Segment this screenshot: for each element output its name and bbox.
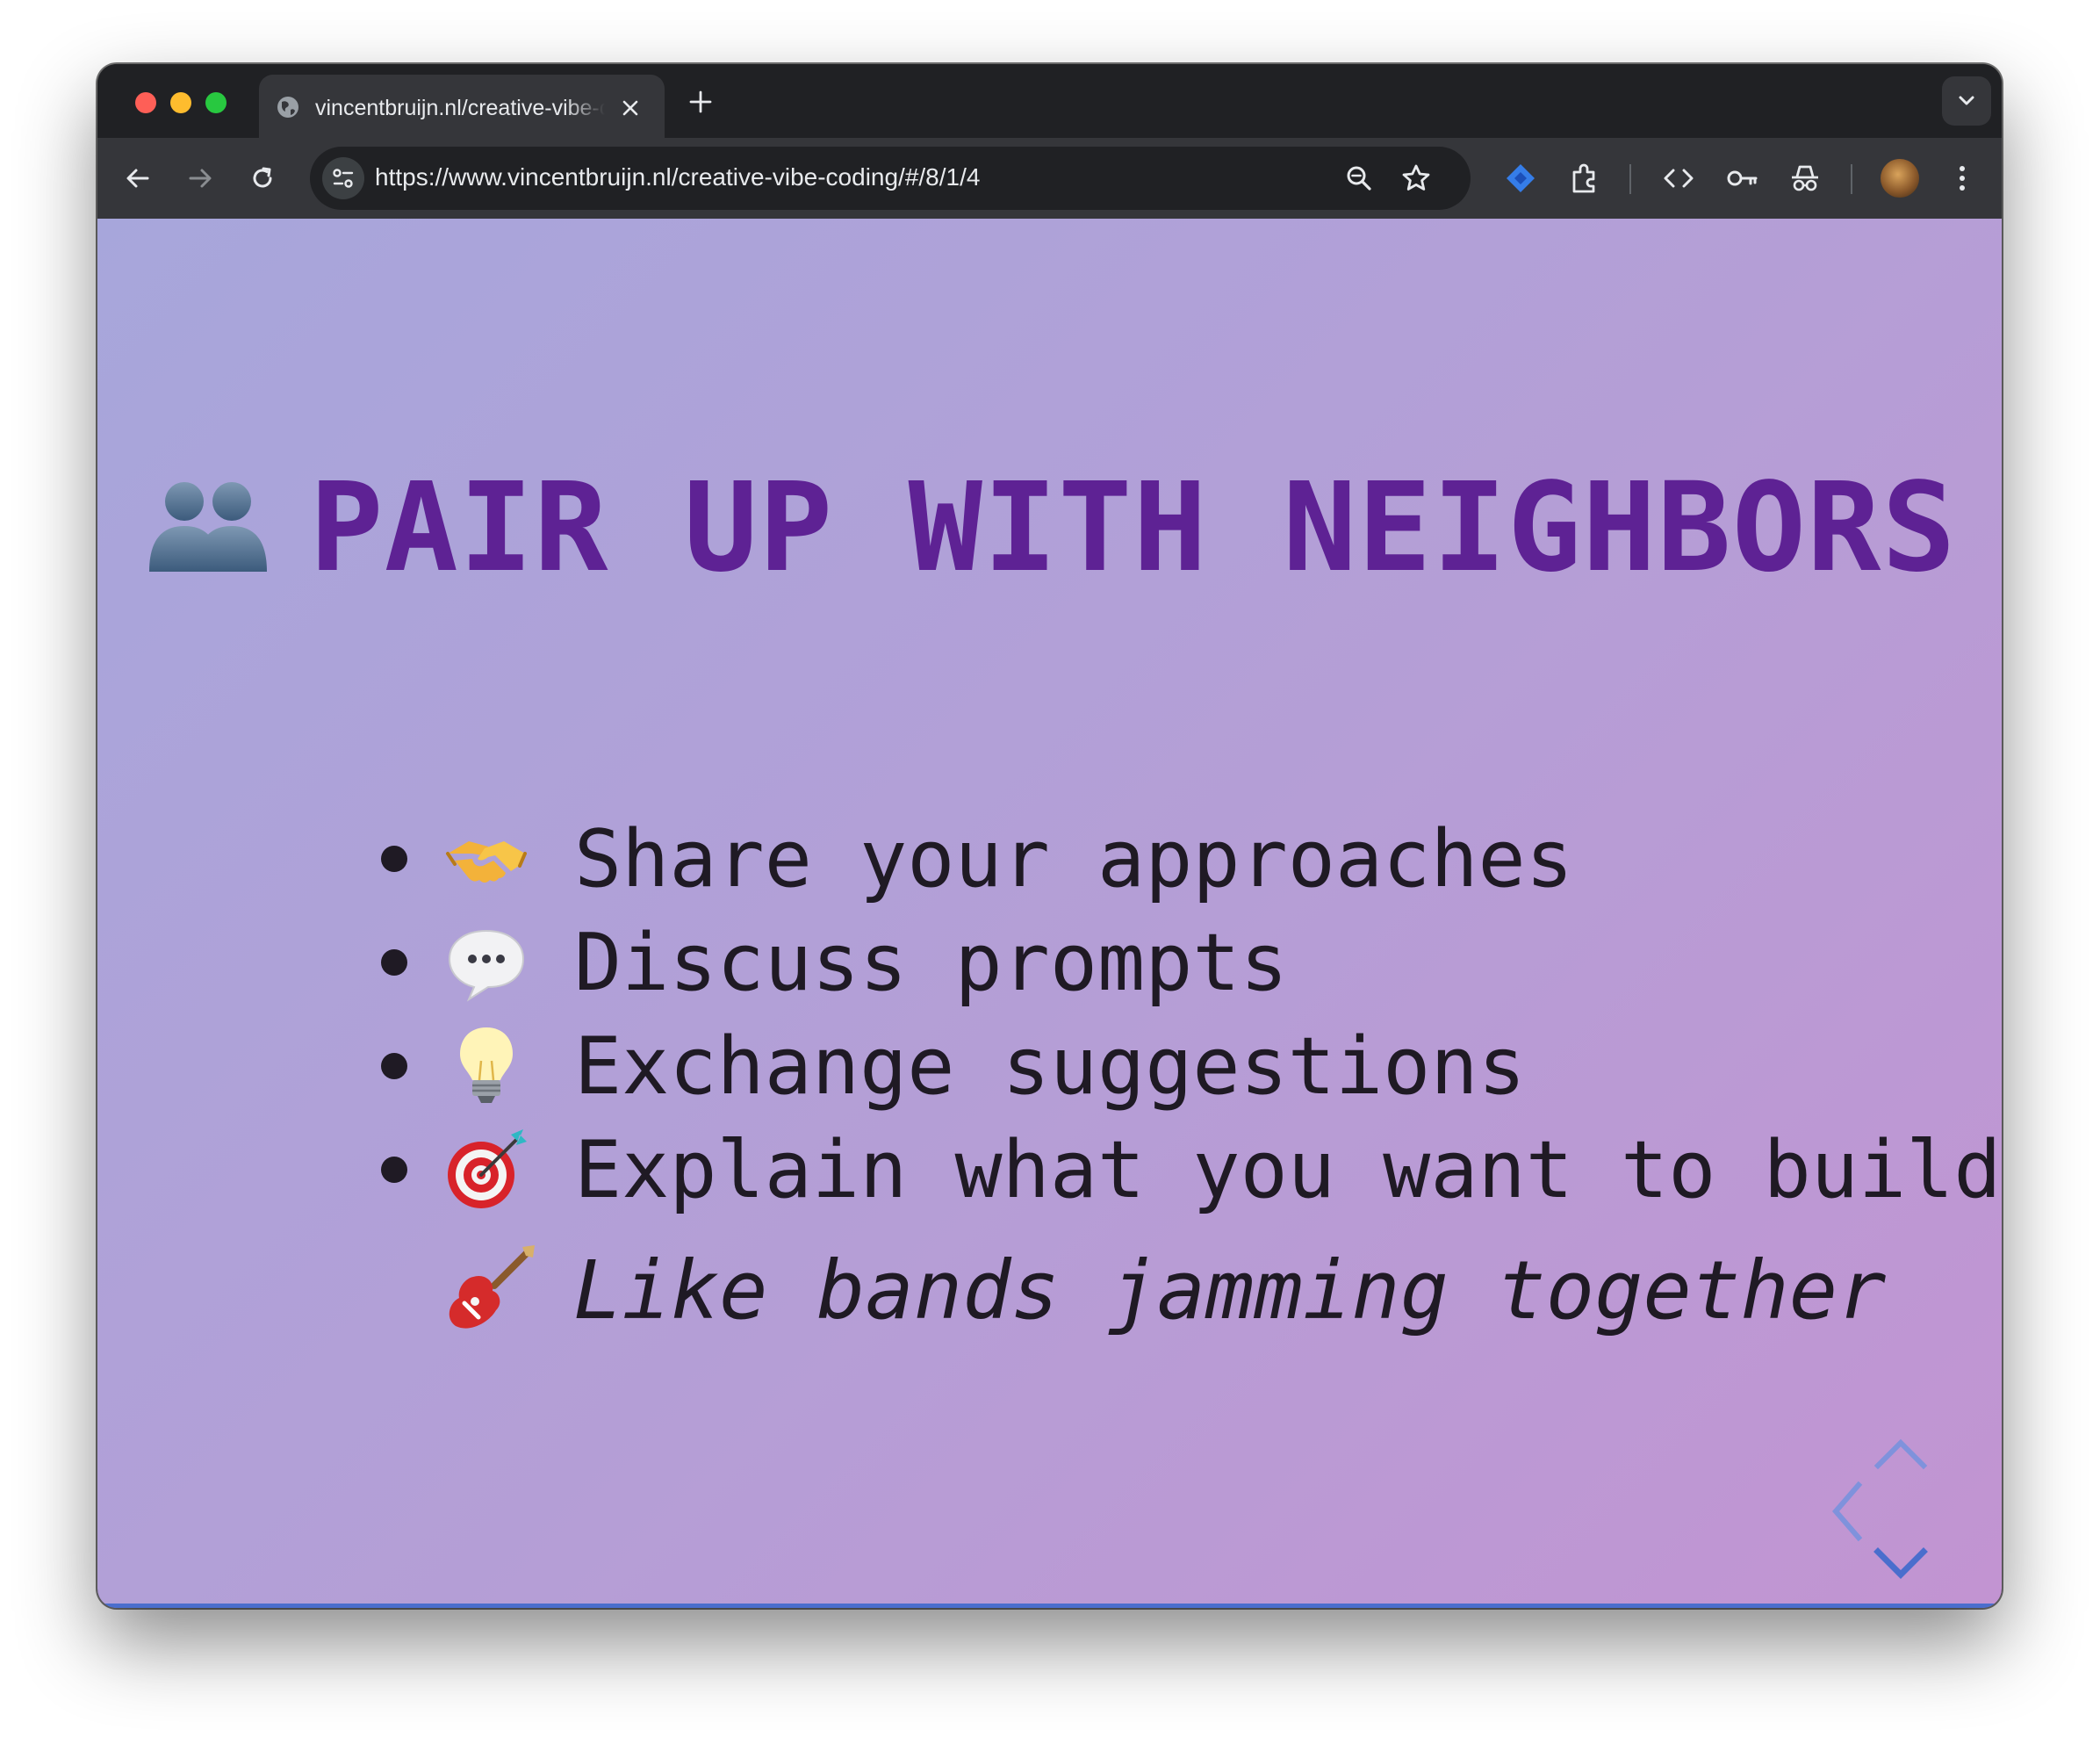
handshake-icon	[446, 841, 527, 883]
slide-title-text: PAIR UP WITH NEIGHBORS	[309, 457, 1957, 600]
forward-arrow-icon[interactable]	[183, 162, 217, 195]
bullet-dot	[381, 949, 407, 976]
list-item-text: Explain what you want to build	[574, 1123, 2002, 1216]
toolbar-divider	[1851, 164, 1852, 194]
list-item: Discuss prompts	[273, 911, 2002, 1014]
active-tab[interactable]: vincentbruijn.nl/creative-vibe-coding	[259, 75, 665, 138]
maximize-window-button[interactable]	[205, 92, 227, 113]
slide-progress-bar	[97, 1604, 2002, 1608]
slide-viewport: PAIR UP WITH NEIGHBORS Share your approa…	[97, 219, 2002, 1608]
star-icon[interactable]	[1399, 161, 1434, 196]
slide-tagline: Like bands jamming together	[442, 1242, 1887, 1338]
toolbar-divider	[1629, 164, 1631, 194]
bullet-dot	[381, 1157, 407, 1183]
bullet-dot	[381, 846, 407, 872]
incognito-icon[interactable]	[1787, 160, 1823, 197]
tagline-text: Like bands jamming together	[573, 1243, 1887, 1337]
plus-icon[interactable]	[687, 89, 714, 115]
minimize-window-button[interactable]	[170, 92, 191, 113]
jira-icon[interactable]	[1502, 160, 1539, 197]
avatar[interactable]	[1881, 159, 1919, 198]
tab-title: vincentbruijn.nl/creative-vibe-coding	[315, 96, 605, 120]
url-text[interactable]: https://www.vincentbruijn.nl/creative-vi…	[375, 163, 980, 191]
list-item: Explain what you want to build	[273, 1118, 2002, 1222]
slide-title: PAIR UP WITH NEIGHBORS	[97, 451, 2002, 605]
back-arrow-icon[interactable]	[121, 162, 155, 195]
direct-hit-icon	[448, 1129, 527, 1208]
toolbar: https://www.vincentbruijn.nl/creative-vi…	[97, 138, 2002, 219]
list-item: Exchange suggestions	[273, 1014, 2002, 1118]
browser-window: vincentbruijn.nl/creative-vibe-coding	[97, 64, 2002, 1608]
zoom-icon[interactable]	[1341, 161, 1377, 196]
site-settings-icon	[333, 169, 354, 188]
chevron-left-icon[interactable]	[1829, 1480, 1864, 1543]
address-bar[interactable]: https://www.vincentbruijn.nl/creative-vi…	[310, 147, 1471, 210]
site-settings-button[interactable]	[322, 157, 364, 199]
chevron-down-icon[interactable]	[1873, 1546, 1929, 1582]
list-item-text: Exchange suggestions	[574, 1020, 1526, 1113]
list-item-text: Share your approaches	[574, 812, 1573, 905]
bullet-dot	[381, 1053, 407, 1079]
list-item-text: Discuss prompts	[574, 916, 1288, 1009]
list-item: Share your approaches	[273, 807, 2002, 911]
window-controls	[135, 92, 227, 113]
globe-icon	[277, 97, 298, 118]
reload-icon[interactable]	[246, 162, 279, 195]
tab-strip: vincentbruijn.nl/creative-vibe-coding	[97, 64, 2002, 138]
tab-search-button[interactable]	[1942, 76, 1991, 126]
light-bulb-icon	[460, 1027, 513, 1103]
close-icon[interactable]	[619, 97, 642, 119]
busts-in-silhouette-icon	[149, 482, 268, 572]
code-icon[interactable]	[1660, 160, 1697, 197]
chevron-down-icon	[1959, 96, 1974, 105]
chevron-up-icon[interactable]	[1873, 1436, 1929, 1471]
speech-balloon-icon	[448, 929, 525, 1002]
bullet-list: Share your approaches Discuss prompts Ex…	[273, 807, 2002, 1222]
guitar-icon	[449, 1245, 535, 1329]
close-window-button[interactable]	[135, 92, 156, 113]
password-key-icon[interactable]	[1723, 160, 1760, 197]
extensions-icon[interactable]	[1566, 160, 1603, 197]
slide-navigation-controls	[1829, 1436, 1969, 1594]
kebab-menu-icon[interactable]	[1944, 160, 1981, 197]
